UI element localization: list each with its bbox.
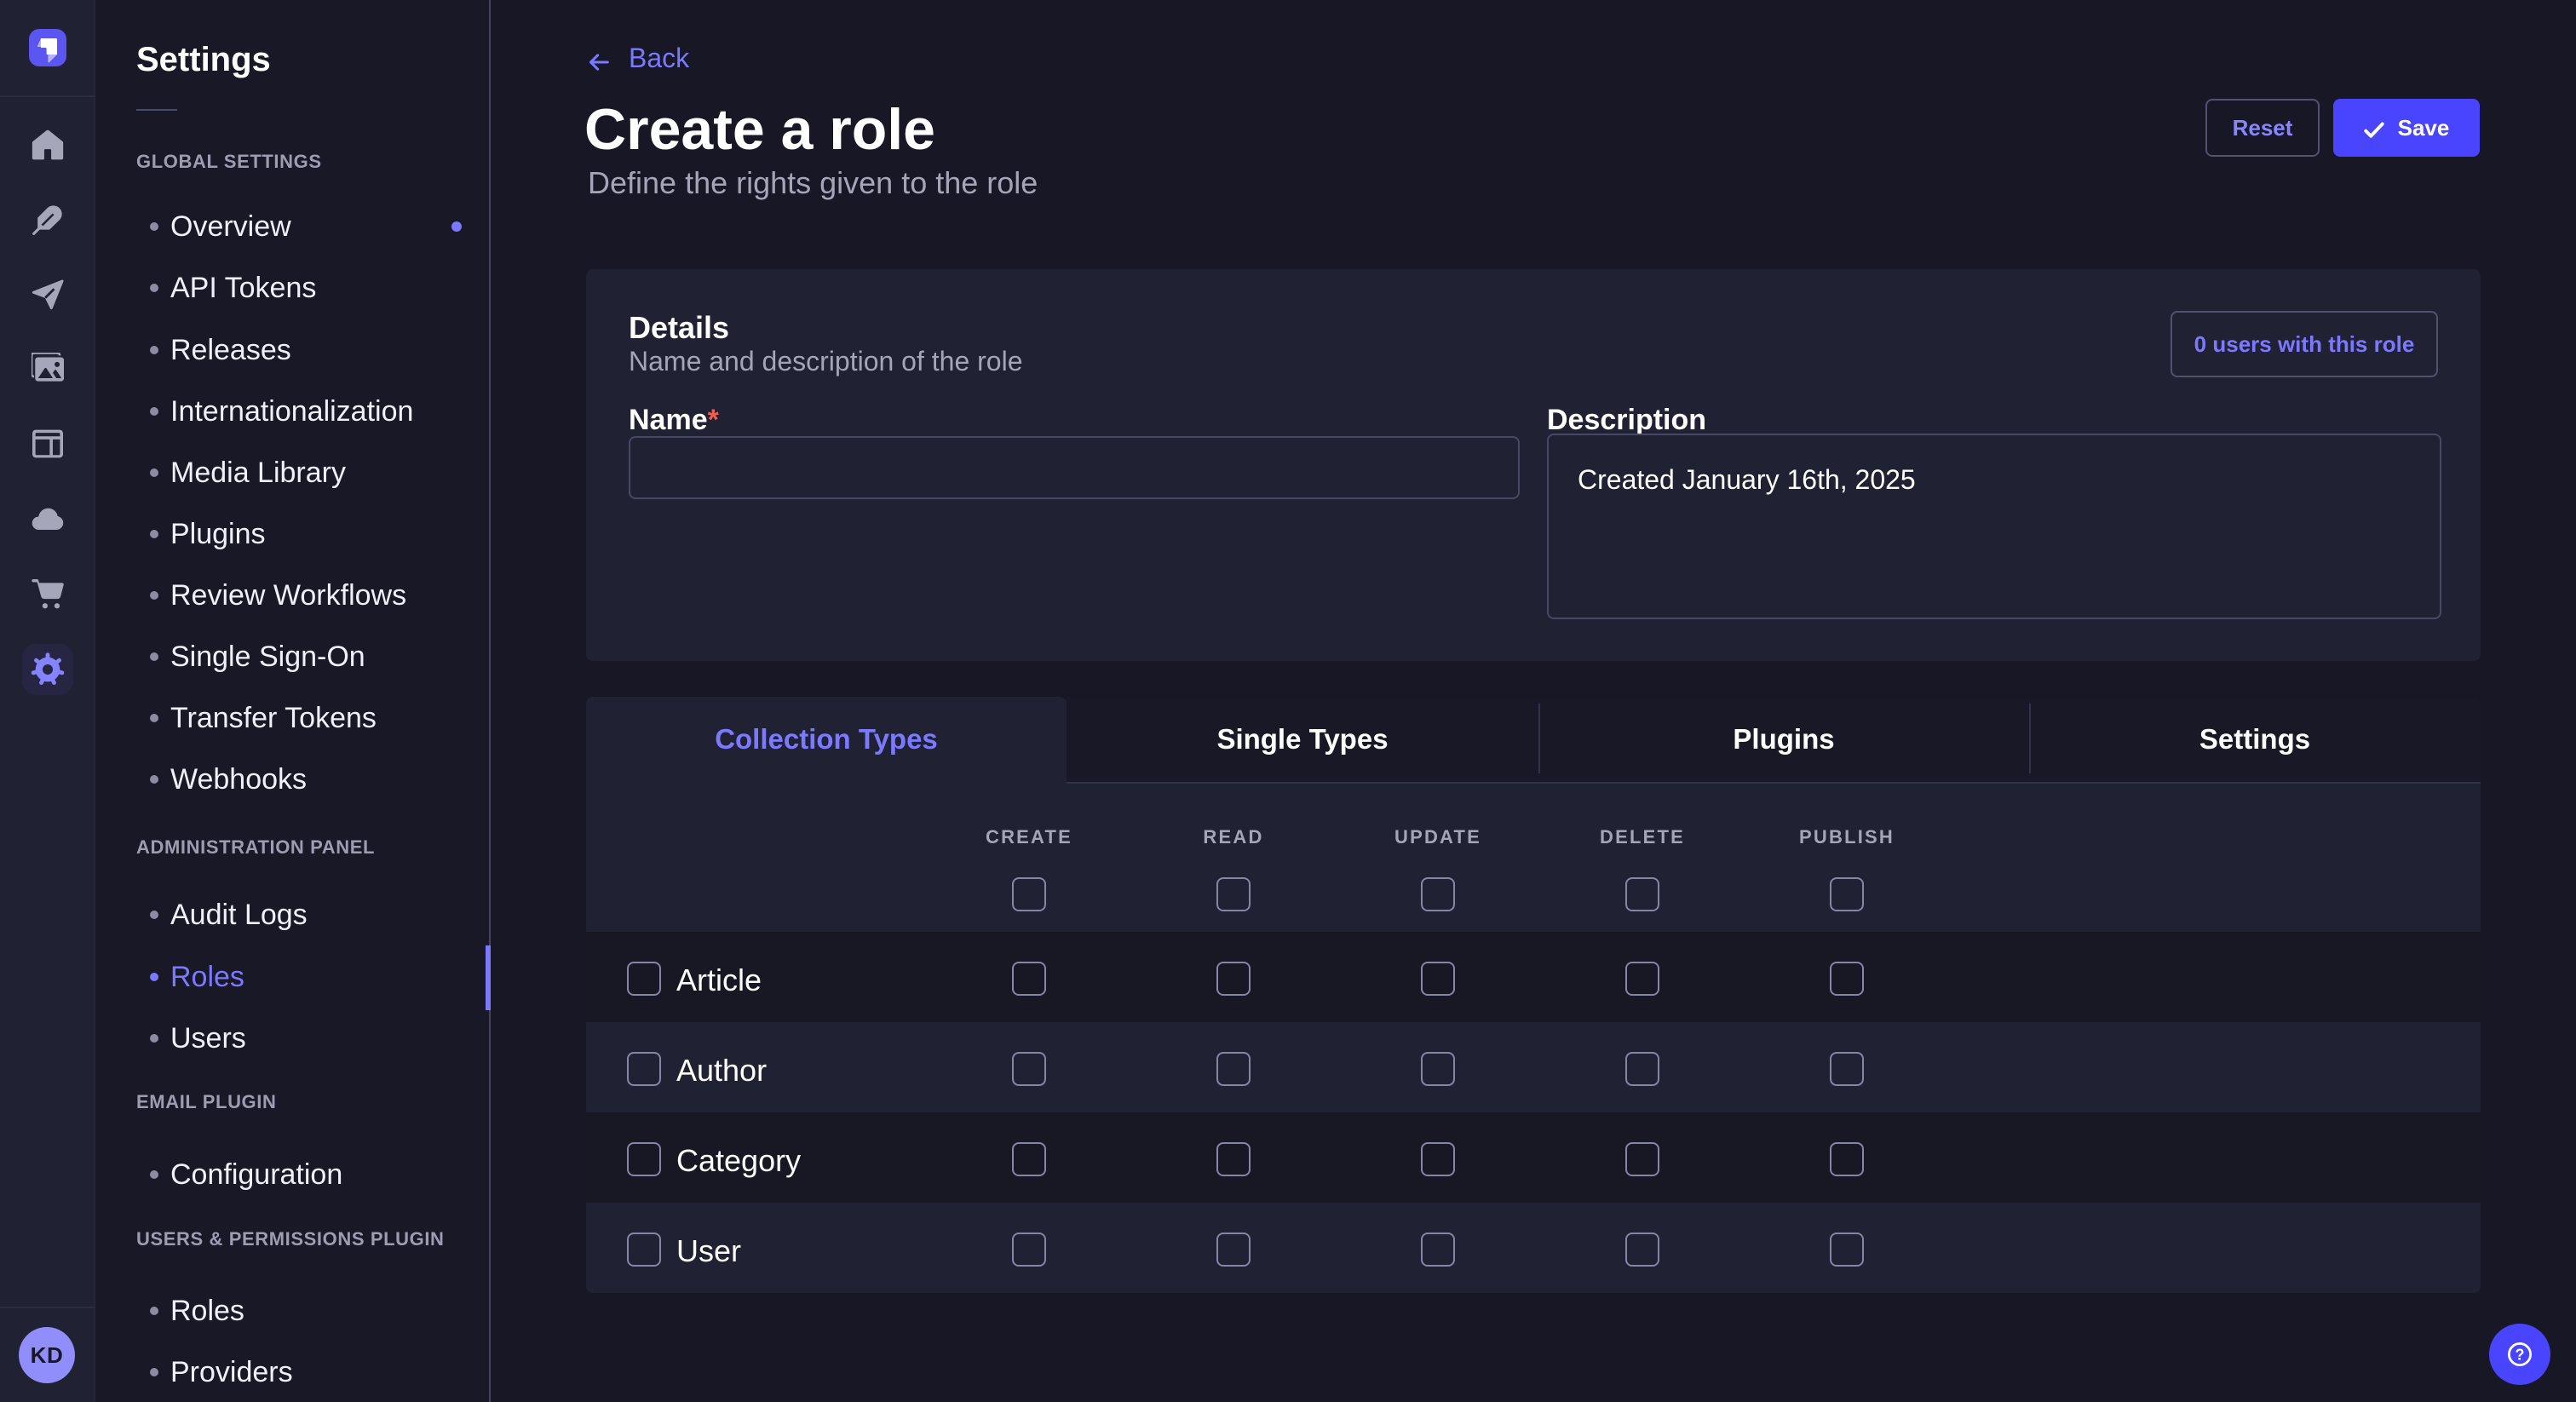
svg-text:?: ? bbox=[2516, 1346, 2525, 1363]
